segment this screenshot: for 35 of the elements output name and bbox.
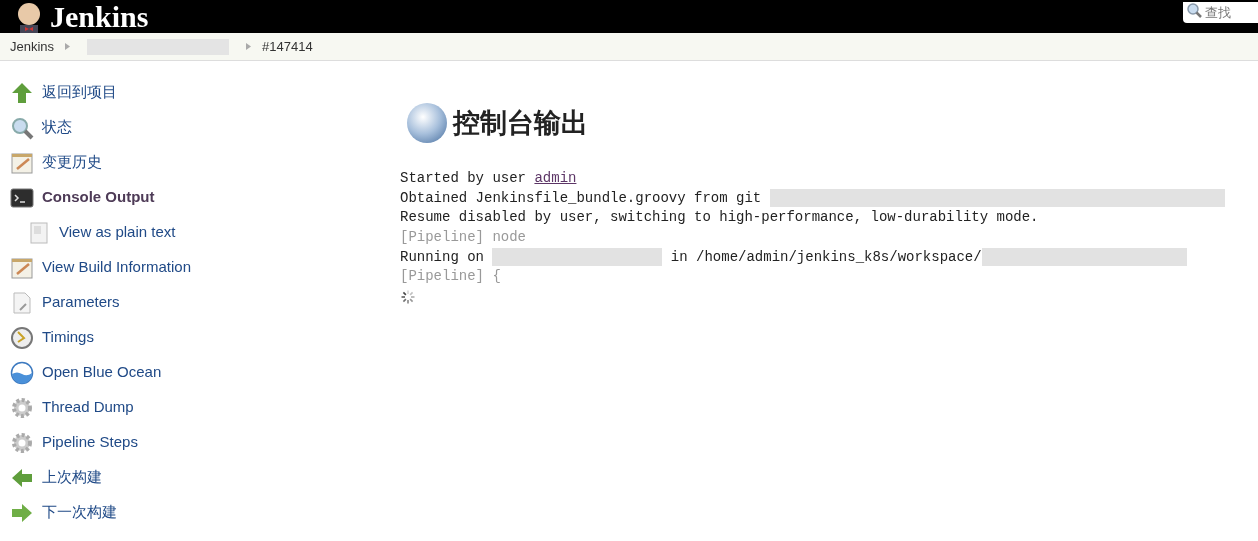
chevron-icon xyxy=(65,43,71,50)
up-arrow-icon xyxy=(10,80,34,105)
sidebar-item[interactable]: 上次构建 xyxy=(0,460,390,495)
jenkins-logo-text[interactable]: Jenkins xyxy=(50,1,149,32)
search-icon xyxy=(1186,2,1202,18)
terminal-icon xyxy=(10,185,34,210)
chevron-icon xyxy=(246,43,252,50)
sidebar-item[interactable]: 下一次构建 xyxy=(0,495,390,530)
page-title: 控制台输出 xyxy=(453,106,588,140)
gear-icon xyxy=(10,430,34,455)
gear-icon xyxy=(10,395,34,420)
search-icon xyxy=(10,115,34,140)
sidebar-item[interactable]: Parameters xyxy=(0,285,390,320)
breadcrumb-link[interactable]: Jenkins xyxy=(10,36,55,57)
sidebar-item[interactable]: View Build Information xyxy=(0,250,390,285)
wrench-document-icon xyxy=(10,290,34,315)
wave-circle-icon xyxy=(10,360,34,385)
breadcrumb-link[interactable]: #147414 xyxy=(262,36,313,57)
sidebar-item[interactable]: Thread Dump xyxy=(0,390,390,425)
document-icon xyxy=(27,220,51,245)
console-output: Started by user admin Obtained Jenkinsfile_bundle.groovy from git Resume disabled by user, switching to high-performance, low-durability mode. [Pipeline] node Running on in /home/admin/jenkins_k8s/workspace/ [Pipeline] { xyxy=(400,169,1225,288)
user-link[interactable]: admin xyxy=(534,170,577,186)
sidebar-item[interactable]: 状态 xyxy=(0,110,390,145)
clock-icon xyxy=(10,325,34,350)
sidebar-item[interactable]: Open Blue Ocean xyxy=(0,355,390,390)
search-field[interactable]: 查找 xyxy=(1183,2,1258,23)
notepad-icon xyxy=(10,150,34,175)
sphere-icon xyxy=(405,101,449,145)
sidebar-item[interactable]: Timings xyxy=(0,320,390,355)
notepad-icon xyxy=(10,255,34,280)
sidebar-item[interactable]: 返回到项目 xyxy=(0,75,390,110)
sidebar-item[interactable]: Console Output xyxy=(0,180,390,215)
sidebar-item[interactable]: View as plain text xyxy=(0,215,390,250)
sidebar-item[interactable]: 变更历史 xyxy=(0,145,390,180)
sidebar-item[interactable]: Pipeline Steps xyxy=(0,425,390,460)
